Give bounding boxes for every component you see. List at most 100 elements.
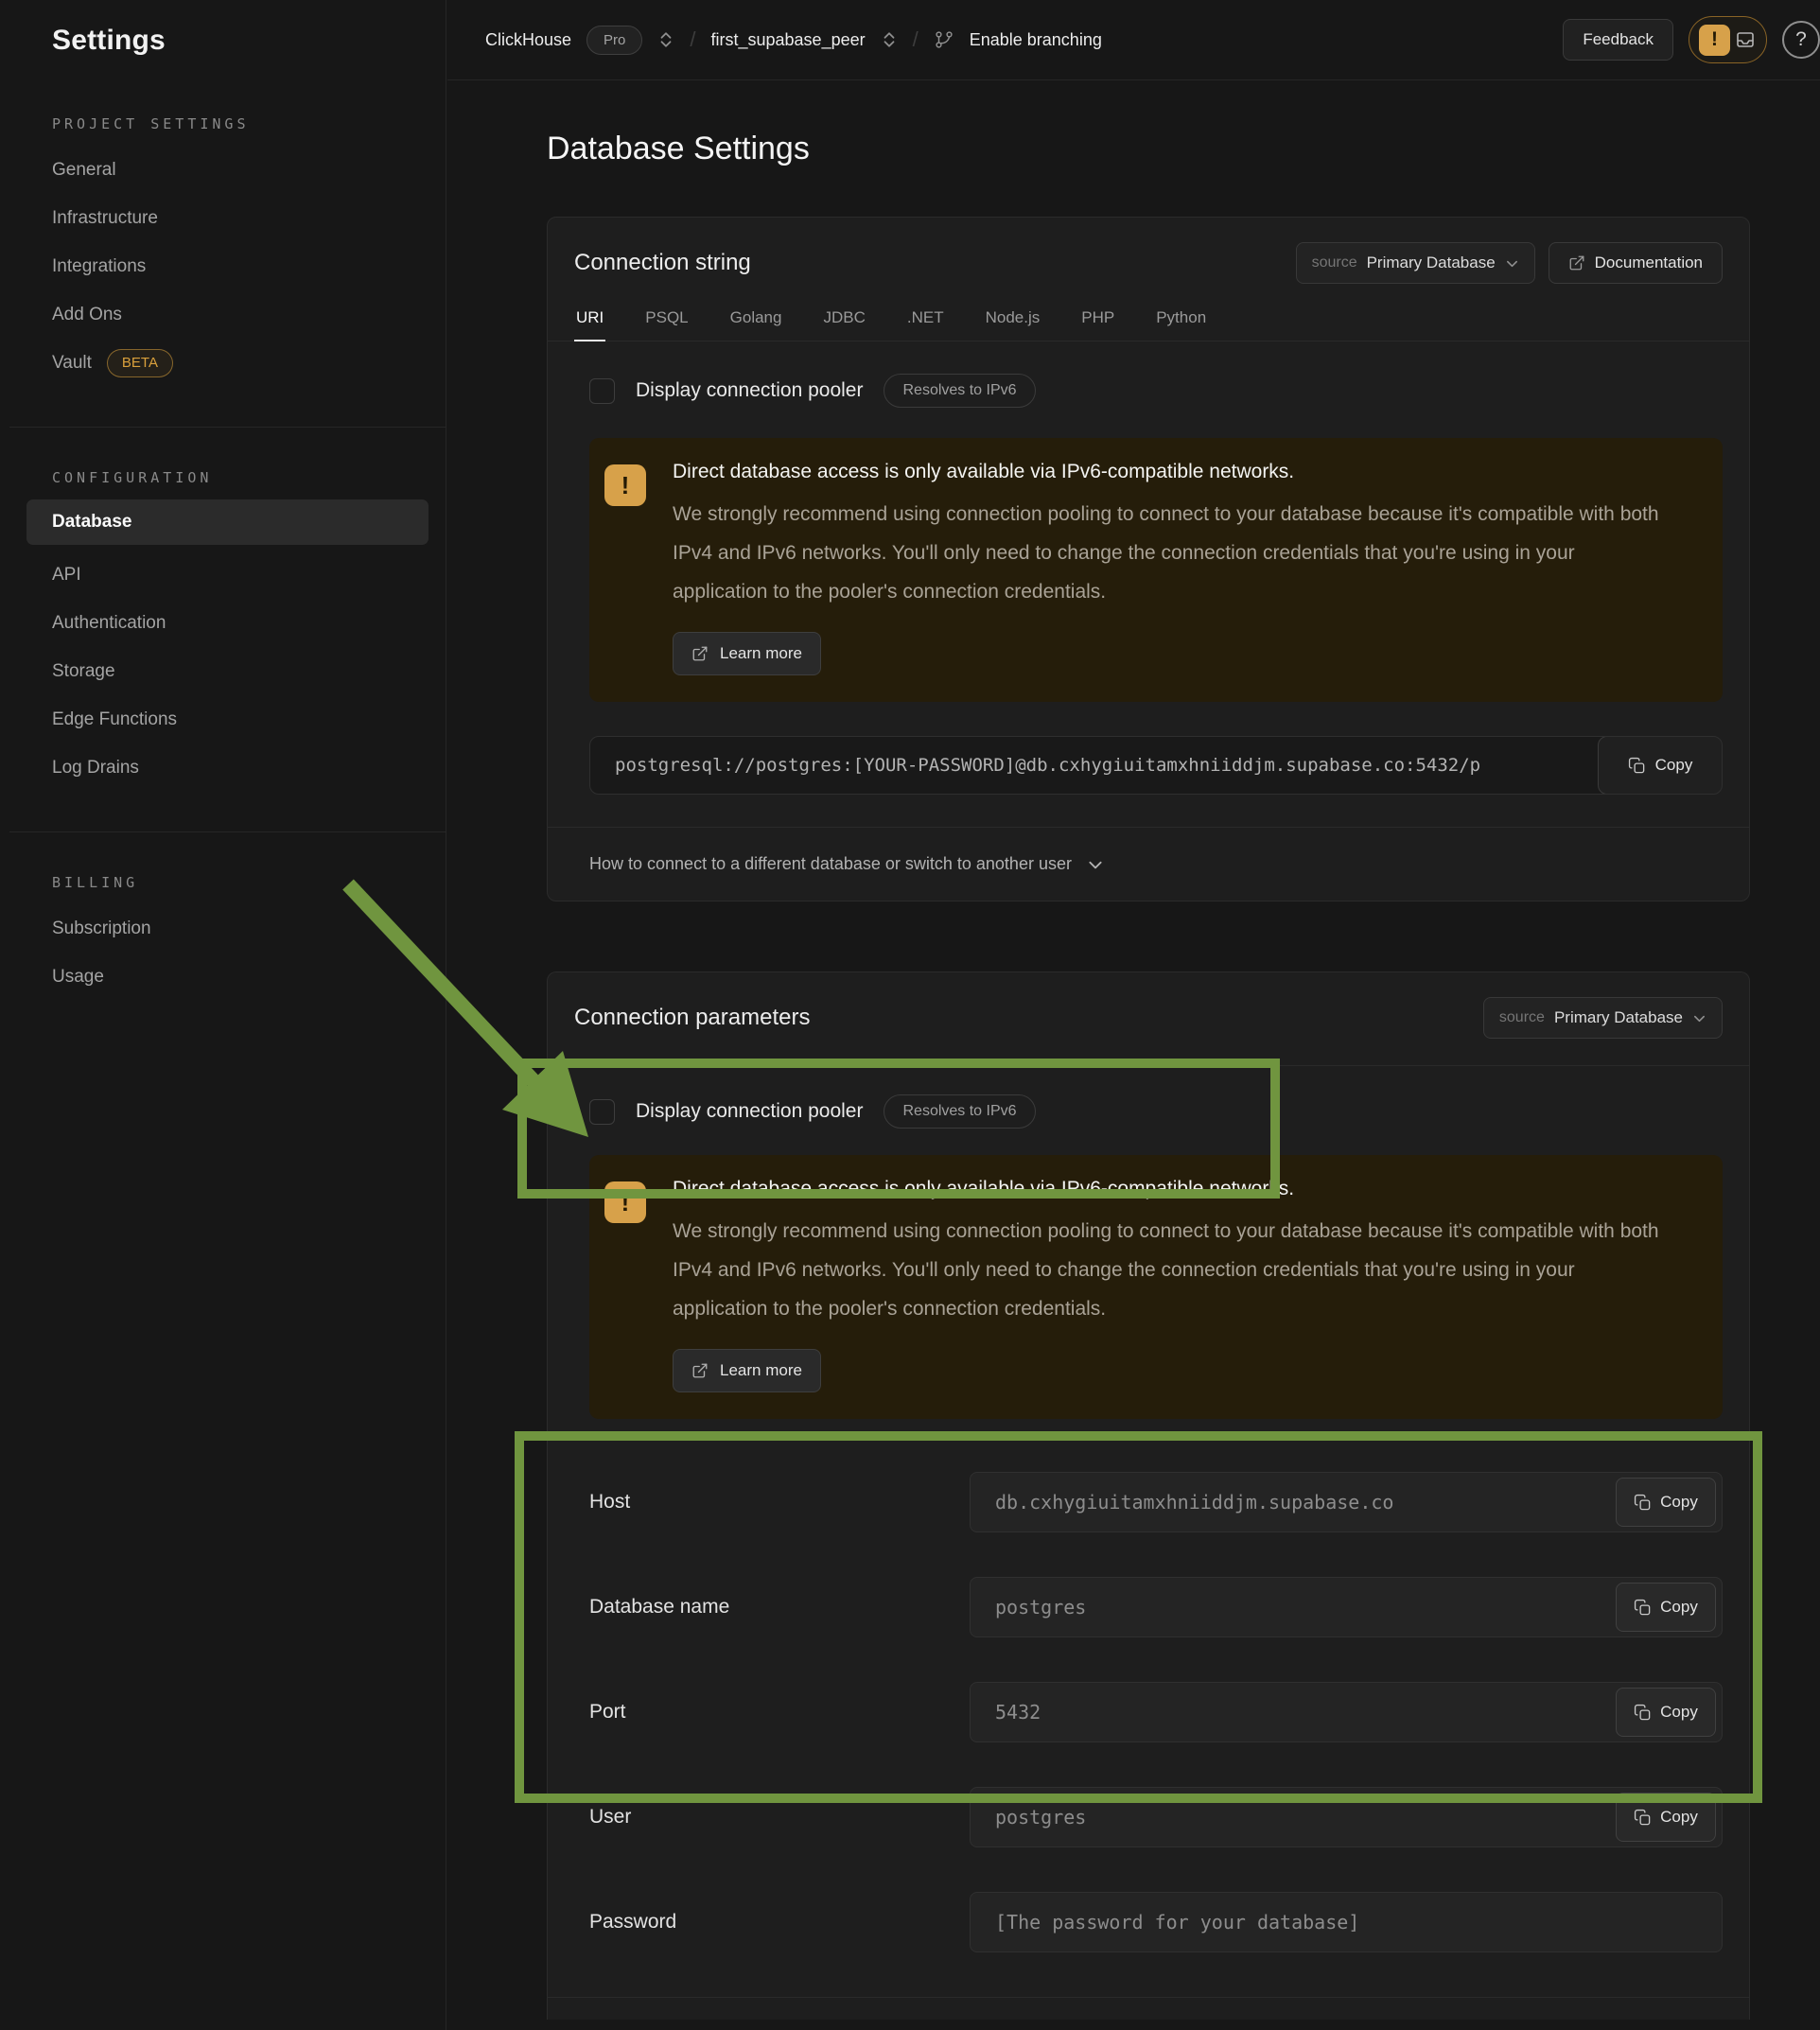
copy-user-button[interactable]: Copy <box>1616 1793 1716 1842</box>
learn-more-button[interactable]: Learn more <box>673 632 821 675</box>
tab-uri[interactable]: URI <box>574 303 605 341</box>
connection-uri-field[interactable]: postgresql://postgres:[YOUR-PASSWORD]@db… <box>589 736 1723 795</box>
connection-uri-value: postgresql://postgres:[YOUR-PASSWORD]@db… <box>590 755 1480 776</box>
card-footer-divider <box>548 1997 1749 2020</box>
tab-psql[interactable]: PSQL <box>643 303 690 341</box>
connection-parameter-fields: Host db.cxhygiuitamxhniiddjm.supabase.co… <box>589 1472 1723 1952</box>
copy-port-button[interactable]: Copy <box>1616 1688 1716 1737</box>
connection-string-card: Connection string source Primary Databas… <box>547 217 1750 901</box>
database-name-field[interactable]: postgres Copy <box>970 1577 1723 1637</box>
connection-string-tabs: URI PSQL Golang JDBC .NET Node.js PHP Py… <box>548 303 1749 341</box>
connection-string-title: Connection string <box>574 250 751 276</box>
breadcrumb-slash: / <box>690 27 695 52</box>
section-header-billing: BILLING <box>9 874 446 891</box>
feedback-button[interactable]: Feedback <box>1563 19 1673 61</box>
password-row: Password [The password for your database… <box>589 1892 1723 1952</box>
sidebar-item-infrastructure[interactable]: Infrastructure <box>9 194 446 242</box>
tab-golang[interactable]: Golang <box>728 303 784 341</box>
external-link-icon <box>691 645 709 662</box>
alert-icon: ! <box>604 464 646 506</box>
sidebar-divider <box>9 427 446 428</box>
host-label: Host <box>589 1491 970 1514</box>
user-field[interactable]: postgres Copy <box>970 1787 1723 1847</box>
documentation-button[interactable]: Documentation <box>1549 242 1723 284</box>
warning-title: Direct database access is only available… <box>673 461 1666 483</box>
user-row: User postgres Copy <box>589 1787 1723 1847</box>
alert-icon: ! <box>1699 25 1730 56</box>
copy-icon <box>1634 1704 1652 1722</box>
org-switcher-chevrons-icon[interactable] <box>657 31 674 48</box>
sidebar-item-general[interactable]: General <box>9 146 446 194</box>
sidebar-item-authentication[interactable]: Authentication <box>9 599 446 647</box>
warning-body: We strongly recommend using connection p… <box>673 1212 1666 1328</box>
connect-help-disclosure[interactable]: How to connect to a different database o… <box>548 827 1749 901</box>
topbar: ClickHouse Pro / first_supabase_peer / E… <box>447 0 1820 80</box>
org-name[interactable]: ClickHouse <box>485 30 571 50</box>
resolves-to-ipv6-badge: Resolves to IPv6 <box>884 374 1035 408</box>
port-row: Port 5432 Copy <box>589 1682 1723 1742</box>
section-header-project-settings: PROJECT SETTINGS <box>9 115 446 132</box>
tab-python[interactable]: Python <box>1154 303 1208 341</box>
sidebar-item-api[interactable]: API <box>9 551 446 599</box>
help-button[interactable]: ? <box>1782 21 1820 59</box>
copy-host-button[interactable]: Copy <box>1616 1478 1716 1527</box>
port-field[interactable]: 5432 Copy <box>970 1682 1723 1742</box>
ipv6-warning-banner: ! Direct database access is only availab… <box>589 438 1723 702</box>
chevron-down-icon <box>1505 256 1519 271</box>
tab-nodejs[interactable]: Node.js <box>984 303 1042 341</box>
port-label: Port <box>589 1701 970 1724</box>
display-connection-pooler-checkbox[interactable] <box>589 1099 615 1125</box>
git-branch-icon <box>934 29 954 50</box>
source-select[interactable]: source Primary Database <box>1483 997 1723 1039</box>
sidebar-title: Settings <box>9 0 446 57</box>
chevron-down-icon <box>1692 1011 1706 1025</box>
content-column: Database Settings Connection string sour… <box>447 126 1820 2020</box>
learn-more-button[interactable]: Learn more <box>673 1349 821 1392</box>
copy-uri-button[interactable]: Copy <box>1598 736 1723 795</box>
project-name[interactable]: first_supabase_peer <box>711 30 866 50</box>
main-area: ClickHouse Pro / first_supabase_peer / E… <box>447 0 1820 2030</box>
tab-jdbc[interactable]: JDBC <box>821 303 866 341</box>
sidebar-divider <box>9 831 446 832</box>
tab-dotnet[interactable]: .NET <box>905 303 946 341</box>
database-name-label: Database name <box>589 1596 970 1619</box>
connection-parameters-card: Connection parameters source Primary Dat… <box>547 971 1750 2020</box>
project-switcher-chevrons-icon[interactable] <box>881 31 898 48</box>
password-label: Password <box>589 1911 970 1934</box>
notifications-button[interactable]: ! <box>1689 16 1767 63</box>
host-field[interactable]: db.cxhygiuitamxhniiddjm.supabase.co Copy <box>970 1472 1723 1532</box>
tab-php[interactable]: PHP <box>1079 303 1116 341</box>
user-label: User <box>589 1806 970 1829</box>
copy-icon <box>1634 1599 1652 1617</box>
beta-badge: BETA <box>107 349 173 377</box>
sidebar-item-subscription[interactable]: Subscription <box>9 904 446 953</box>
sidebar-item-storage[interactable]: Storage <box>9 647 446 695</box>
ipv6-warning-banner: ! Direct database access is only availab… <box>589 1155 1723 1419</box>
enable-branching-action[interactable]: Enable branching <box>970 30 1102 50</box>
resolves-to-ipv6-badge: Resolves to IPv6 <box>884 1094 1035 1129</box>
sidebar-item-edge-functions[interactable]: Edge Functions <box>9 695 446 744</box>
sidebar-item-add-ons[interactable]: Add Ons <box>9 290 446 339</box>
warning-body: We strongly recommend using connection p… <box>673 495 1666 611</box>
copy-icon <box>1634 1809 1652 1827</box>
sidebar-item-integrations[interactable]: Integrations <box>9 242 446 290</box>
display-connection-pooler-checkbox[interactable] <box>589 378 615 404</box>
plan-badge: Pro <box>586 26 642 55</box>
copy-icon <box>1634 1494 1652 1512</box>
inbox-panel-icon <box>1734 28 1757 51</box>
sidebar-item-vault[interactable]: Vault BETA <box>9 339 446 387</box>
settings-page: Settings PROJECT SETTINGS General Infras… <box>0 0 1820 2030</box>
sidebar-item-log-drains[interactable]: Log Drains <box>9 744 446 792</box>
copy-database-name-button[interactable]: Copy <box>1616 1583 1716 1632</box>
database-name-row: Database name postgres Copy <box>589 1577 1723 1637</box>
password-field[interactable]: [The password for your database] <box>970 1892 1723 1952</box>
copy-icon <box>1628 757 1646 775</box>
sidebar-item-database[interactable]: Database <box>26 499 429 545</box>
pooler-toggle-row: Display connection pooler Resolves to IP… <box>589 374 1723 408</box>
sidebar-item-usage[interactable]: Usage <box>9 953 446 1001</box>
source-select[interactable]: source Primary Database <box>1296 242 1535 284</box>
chevron-down-icon <box>1087 856 1104 873</box>
pooler-label: Display connection pooler <box>636 379 863 402</box>
page-title: Database Settings <box>547 126 1820 171</box>
connection-parameters-title: Connection parameters <box>574 1005 810 1031</box>
